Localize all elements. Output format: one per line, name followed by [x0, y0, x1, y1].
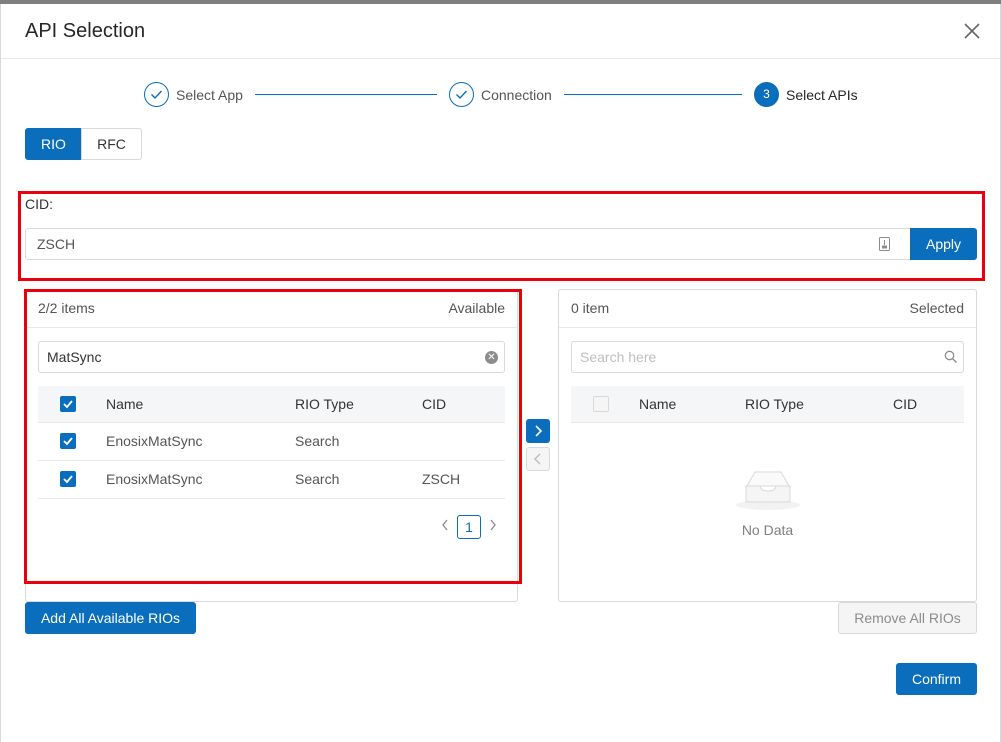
- step-connector: [255, 94, 437, 95]
- add-all-button[interactable]: Add All Available RIOs: [25, 602, 196, 634]
- close-icon[interactable]: [962, 21, 982, 41]
- selected-title: Selected: [909, 300, 964, 316]
- dialog-left-edge: [0, 4, 1, 742]
- cid-input[interactable]: ZSCH: [25, 228, 911, 260]
- table-row[interactable]: EnosixMatSync Search: [38, 423, 505, 461]
- selected-panel: 0 item Selected Search here Name RIO Typ…: [558, 289, 977, 602]
- dialog-title: API Selection: [25, 20, 146, 42]
- page-number-button[interactable]: 1: [457, 515, 481, 539]
- row-rio-type: Search: [295, 433, 340, 449]
- row-checkbox[interactable]: [60, 471, 76, 487]
- selected-table-header: Name RIO Type CID: [571, 386, 964, 423]
- remove-all-button[interactable]: Remove All RIOs: [838, 602, 977, 634]
- available-count: 2/2 items: [38, 300, 95, 316]
- row-name: EnosixMatSync: [106, 471, 203, 487]
- apply-button[interactable]: Apply: [910, 228, 977, 260]
- step-label-select-app: Select App: [176, 87, 243, 103]
- cid-label: CID:: [25, 196, 53, 212]
- available-panel: 2/2 items Available MatSync ✕ Name RIO T…: [25, 289, 518, 602]
- select-all-checkbox[interactable]: [60, 396, 76, 412]
- check-icon: [449, 82, 474, 107]
- available-search-input[interactable]: MatSync: [38, 341, 505, 373]
- row-checkbox[interactable]: [60, 433, 76, 449]
- move-left-button[interactable]: [526, 447, 550, 471]
- chevron-left-icon: [533, 453, 541, 465]
- column-header-rio-type: RIO Type: [745, 396, 804, 412]
- document-icon[interactable]: [879, 237, 890, 251]
- column-header-name: Name: [106, 396, 144, 412]
- available-header: 2/2 items Available: [26, 290, 517, 328]
- dialog-header: API Selection: [1, 4, 1000, 59]
- cid-label-separator: :: [49, 196, 54, 212]
- chevron-right-icon: [535, 425, 543, 437]
- chevron-right-icon[interactable]: [487, 518, 499, 534]
- tab-rfc[interactable]: RFC: [81, 128, 142, 160]
- empty-inbox-icon: [736, 471, 800, 510]
- column-header-rio-type: RIO Type: [295, 396, 354, 412]
- column-header-cid: CID: [422, 396, 447, 412]
- table-row[interactable]: EnosixMatSync Search ZSCH: [38, 461, 505, 499]
- confirm-button[interactable]: Confirm: [896, 663, 977, 695]
- chevron-left-icon[interactable]: [439, 518, 451, 534]
- selected-header: 0 item Selected: [559, 290, 976, 328]
- move-right-button[interactable]: [526, 419, 550, 443]
- search-icon[interactable]: [944, 350, 958, 364]
- no-data-text: No Data: [741, 522, 794, 538]
- step-connector: [564, 94, 742, 95]
- step-label-select-apis: Select APIs: [786, 87, 858, 103]
- row-cid: ZSCH: [422, 471, 461, 487]
- column-header-cid: CID: [893, 396, 918, 412]
- step-label-connection: Connection: [481, 87, 552, 103]
- tab-rio[interactable]: RIO: [25, 128, 82, 160]
- check-icon: [144, 82, 169, 107]
- available-title: Available: [448, 300, 505, 316]
- clear-icon[interactable]: ✕: [485, 351, 498, 364]
- available-table-header: Name RIO Type CID: [38, 386, 505, 423]
- cid-label-text: CID: [25, 196, 50, 212]
- column-header-name: Name: [639, 396, 677, 412]
- selected-search-input[interactable]: Search here: [571, 341, 964, 373]
- selected-count: 0 item: [571, 300, 610, 316]
- step-number-badge: 3: [754, 82, 779, 107]
- select-all-checkbox[interactable]: [593, 396, 609, 412]
- row-rio-type: Search: [295, 471, 340, 487]
- row-name: EnosixMatSync: [106, 433, 203, 449]
- stepper: Select App Connection 3 Select APIs: [0, 82, 1001, 108]
